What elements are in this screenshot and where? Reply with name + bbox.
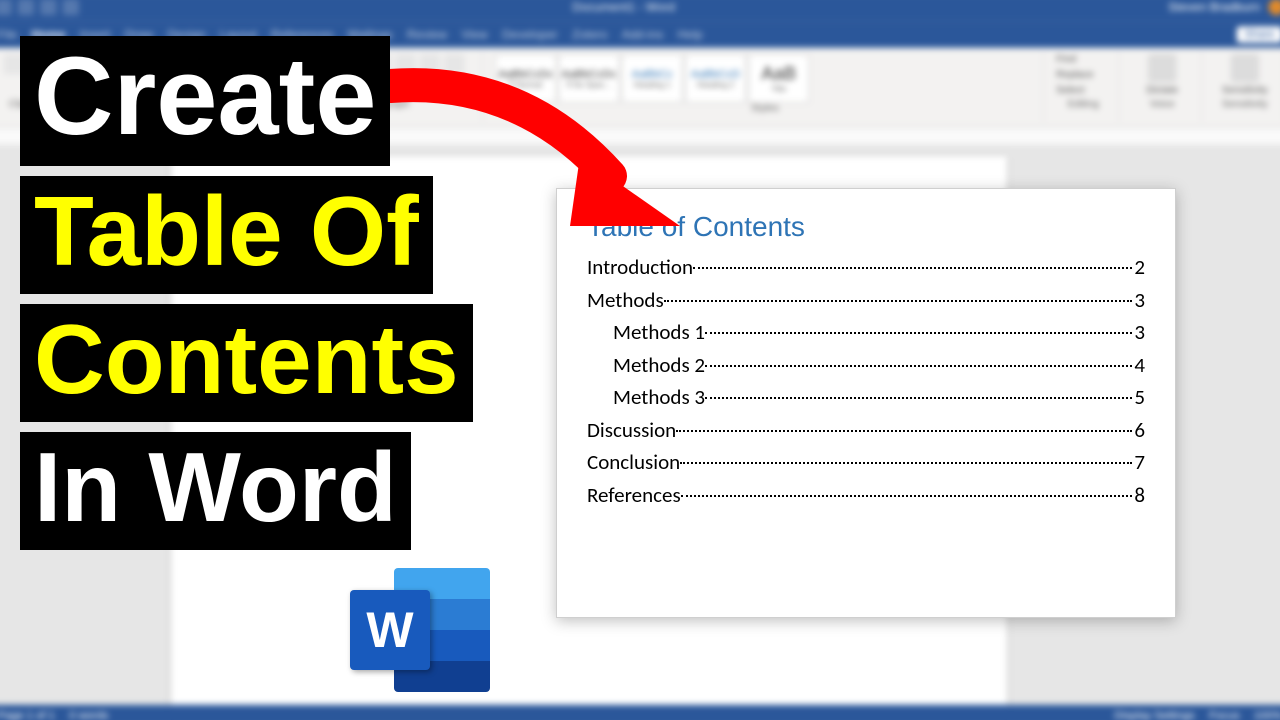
undo-icon[interactable] — [40, 0, 56, 15]
word-logo: W — [350, 560, 490, 700]
account-area[interactable]: Steven Bradburn — [1168, 0, 1280, 15]
quick-access-toolbar[interactable] — [0, 0, 79, 15]
toc-leader-dots — [705, 397, 1132, 399]
toc-leader-dots — [693, 267, 1132, 269]
toc-entry-label: Methods 1 — [613, 316, 705, 349]
save-icon[interactable] — [18, 0, 34, 15]
page-count[interactable]: Page 1 of 1 — [0, 710, 55, 720]
group-label: Styles — [495, 103, 1035, 114]
toc-entry[interactable]: Introduction 2 — [587, 251, 1145, 284]
word-count[interactable]: 0 words — [69, 710, 108, 720]
group-voice: Dictate Voice — [1123, 52, 1202, 122]
styles-gallery[interactable]: AaBbCcDc¶ Normal AaBbCcDc¶ No Spac... Aa… — [495, 54, 1035, 103]
dictate-button[interactable]: Dictate — [1132, 54, 1193, 96]
toc-entry-page: 7 — [1134, 446, 1145, 479]
style-nospacing[interactable]: AaBbCcDc¶ No Spac... — [558, 54, 619, 103]
toc-leader-dots — [681, 495, 1133, 497]
overlay-line1: Create — [20, 36, 390, 166]
toc-leader-dots — [680, 462, 1132, 464]
replace-button[interactable]: Replace — [1056, 69, 1093, 80]
toc-entry[interactable]: Methods 1 3 — [587, 316, 1145, 349]
toc-list: Introduction 2Methods 3Methods 1 3Method… — [587, 251, 1145, 511]
group-editing: Find Replace Select Editing — [1048, 52, 1119, 122]
toc-entry[interactable]: Methods 3 — [587, 284, 1145, 317]
toc-entry[interactable]: Conclusion 7 — [587, 446, 1145, 479]
tab-developer[interactable]: Developer — [502, 27, 558, 41]
focus-mode[interactable]: Focus — [1209, 710, 1240, 720]
toc-leader-dots — [676, 430, 1132, 432]
autosave-toggle[interactable] — [0, 0, 12, 15]
tab-file[interactable]: File — [0, 27, 17, 41]
group-styles: AaBbCcDc¶ Normal AaBbCcDc¶ No Spac... Aa… — [487, 52, 1044, 122]
group-label: Voice — [1132, 99, 1193, 110]
toc-card: Table of Contents Introduction 2Methods … — [556, 188, 1176, 618]
toc-heading: Table of Contents — [587, 211, 1145, 243]
toc-entry[interactable]: Methods 2 4 — [587, 349, 1145, 382]
statusbar: Page 1 of 1 0 words Display Settings Foc… — [0, 705, 1280, 720]
tab-help[interactable]: Help — [677, 27, 702, 41]
style-heading2[interactable]: AaBbCcDHeading 2 — [685, 54, 746, 103]
tab-addins[interactable]: Add-ins — [622, 27, 664, 41]
toc-entry-label: Methods — [587, 284, 664, 317]
style-heading1[interactable]: AaBbCcHeading 1 — [622, 54, 683, 103]
toc-entry-page: 4 — [1134, 349, 1145, 382]
toc-entry[interactable]: Discussion 6 — [587, 414, 1145, 447]
display-settings[interactable]: Display Settings — [1114, 710, 1194, 720]
toc-entry-page: 3 — [1134, 316, 1145, 349]
titlebar: Document1 - Word Steven Bradburn — [0, 0, 1280, 21]
toc-entry-page: 8 — [1134, 479, 1145, 512]
toc-entry-page: 2 — [1134, 251, 1145, 284]
overlay-line4: In Word — [20, 432, 411, 550]
toc-entry-label: References — [587, 479, 681, 512]
toc-leader-dots — [664, 300, 1133, 302]
zoom-level[interactable]: 100% — [1254, 710, 1280, 720]
toc-entry-page: 6 — [1134, 414, 1145, 447]
group-label: Editing — [1056, 99, 1110, 110]
user-name: Steven Bradburn — [1168, 0, 1260, 14]
share-button[interactable]: Share — [1236, 26, 1280, 42]
overlay-line2: Table Of — [20, 176, 433, 294]
tab-zotero[interactable]: Zotero — [572, 27, 607, 41]
toc-entry-label: Methods 3 — [613, 381, 705, 414]
mic-icon — [1148, 54, 1177, 83]
sensitivity-icon — [1231, 54, 1260, 83]
thumbnail-text: Create Table Of Contents In Word — [20, 36, 473, 560]
group-sensitivity: Sensitivity Sensitivity — [1206, 52, 1280, 122]
toc-entry-page: 5 — [1134, 381, 1145, 414]
toc-leader-dots — [705, 365, 1132, 367]
toc-entry-label: Introduction — [587, 251, 693, 284]
style-normal[interactable]: AaBbCcDc¶ Normal — [495, 54, 556, 103]
toc-leader-dots — [705, 332, 1132, 334]
redo-icon[interactable] — [63, 0, 79, 15]
find-button[interactable]: Find — [1056, 54, 1093, 65]
style-title[interactable]: AaBTitle — [748, 54, 809, 103]
toc-entry[interactable]: References 8 — [587, 479, 1145, 512]
select-button[interactable]: Select — [1056, 85, 1093, 96]
toc-entry-label: Conclusion — [587, 446, 680, 479]
sensitivity-button[interactable]: Sensitivity — [1214, 54, 1275, 96]
word-logo-letter: W — [350, 590, 430, 670]
toc-entry-label: Methods 2 — [613, 349, 705, 382]
toc-entry[interactable]: Methods 3 5 — [587, 381, 1145, 414]
toc-entry-page: 3 — [1134, 284, 1145, 317]
avatar[interactable] — [1268, 0, 1280, 15]
document-title: Document1 - Word — [89, 0, 1158, 14]
group-label: Sensitivity — [1214, 99, 1275, 110]
toc-entry-label: Discussion — [587, 414, 676, 447]
overlay-line3: Contents — [20, 304, 473, 422]
